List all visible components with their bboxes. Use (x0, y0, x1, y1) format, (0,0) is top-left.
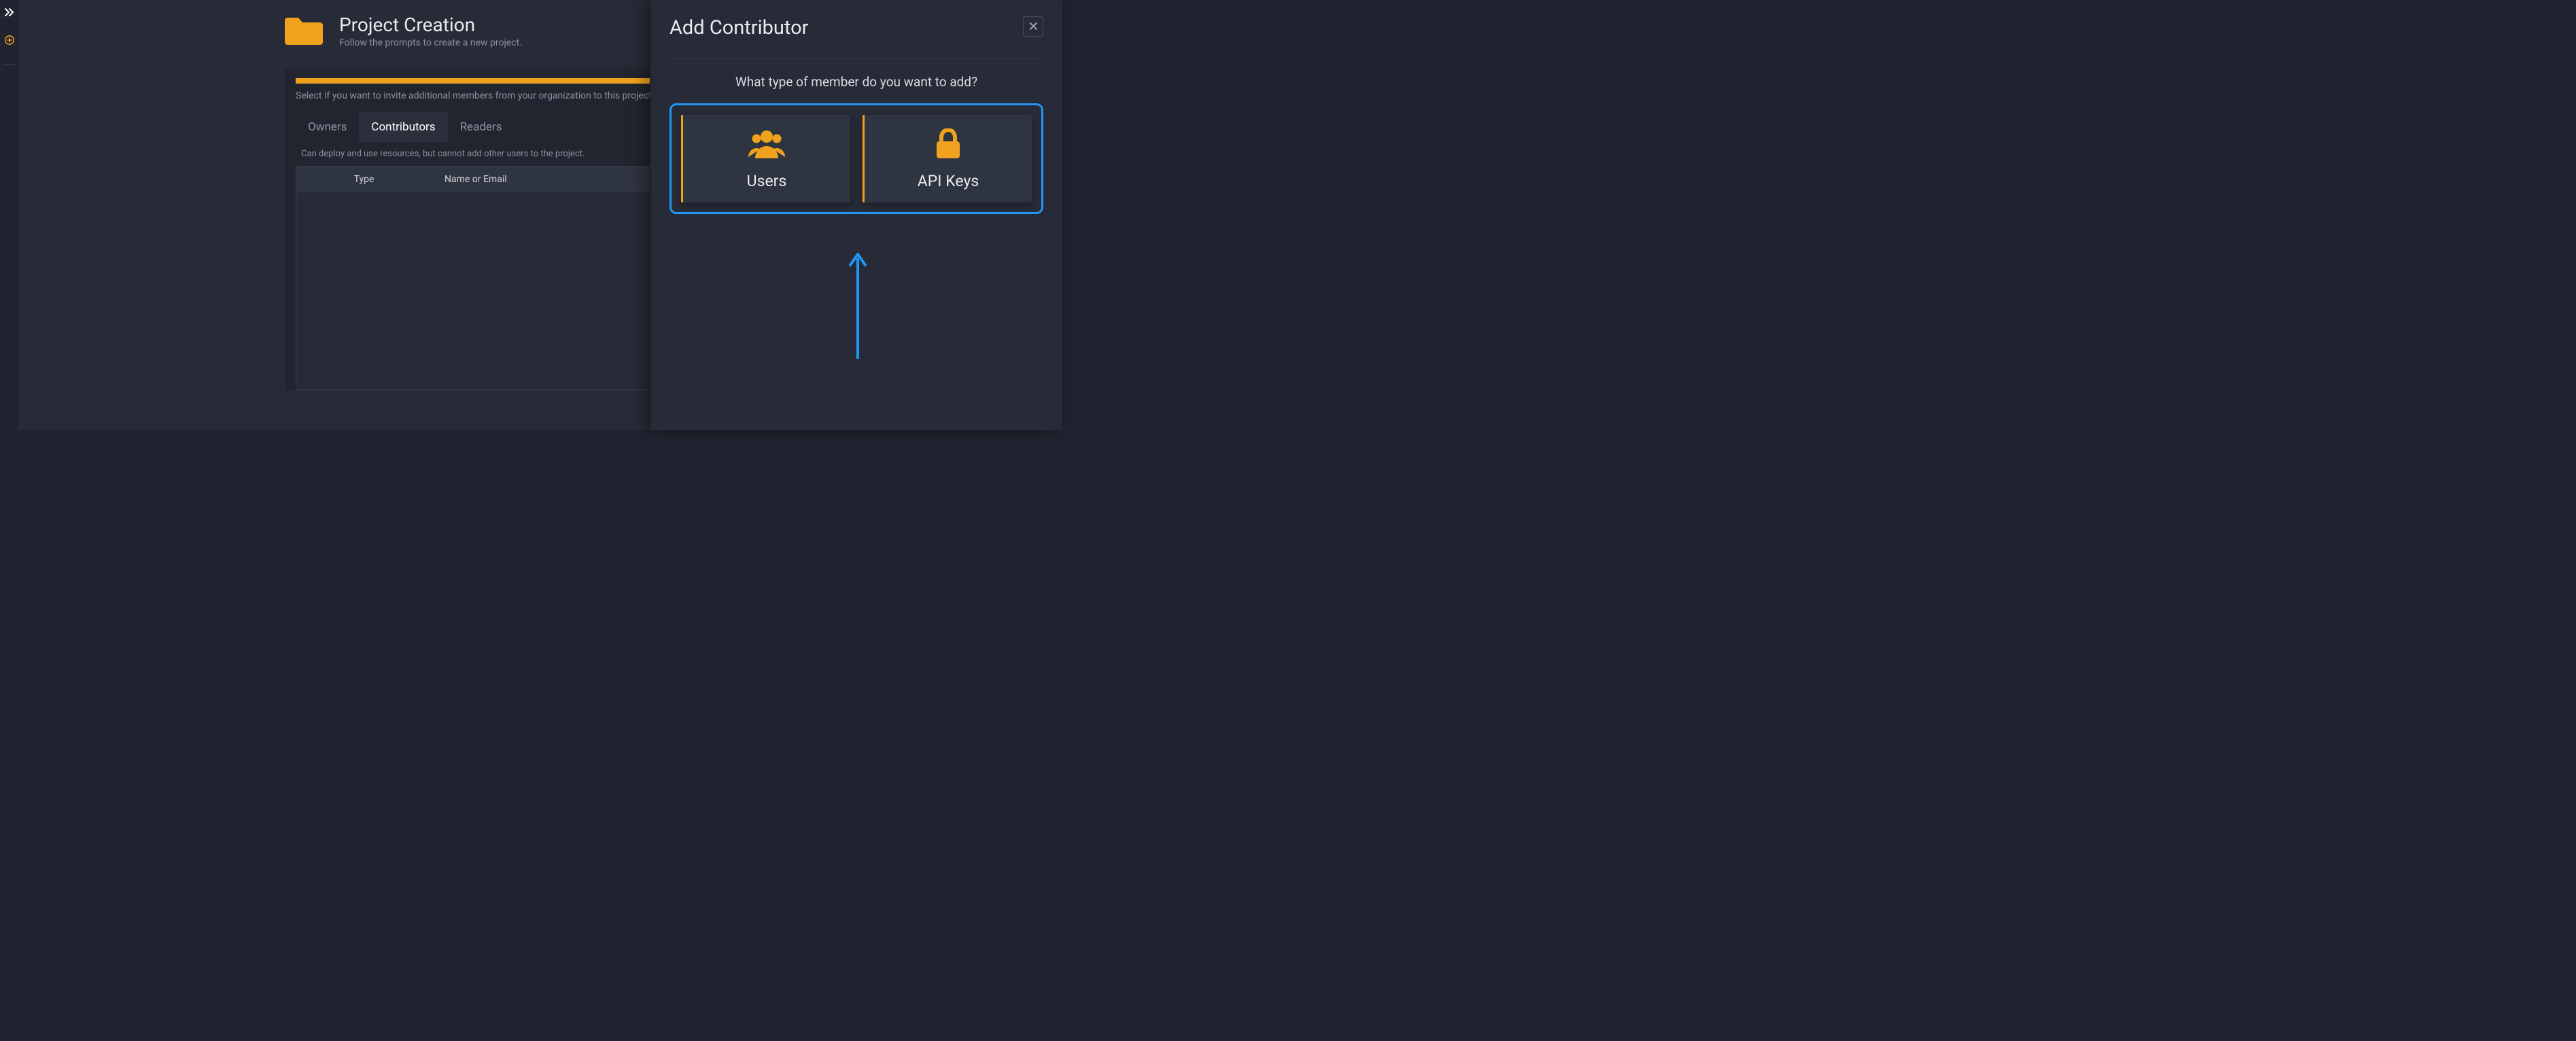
tab-readers[interactable]: Readers (448, 112, 515, 142)
option-users-label: Users (683, 172, 850, 190)
column-type: Type (296, 166, 432, 192)
left-sidebar (0, 0, 20, 430)
option-api-keys[interactable]: API Keys (863, 115, 1032, 202)
main-area: Project Creation Follow the prompts to c… (20, 0, 1062, 430)
folder-icon (285, 15, 323, 48)
lock-icon (865, 128, 1032, 162)
add-icon[interactable] (5, 35, 14, 48)
annotation-arrow (848, 245, 868, 360)
option-api-keys-label: API Keys (865, 172, 1032, 190)
close-button[interactable] (1023, 16, 1043, 37)
tab-owners[interactable]: Owners (296, 112, 359, 142)
panel-question: What type of member do you want to add? (669, 74, 1043, 90)
tab-contributors[interactable]: Contributors (359, 112, 447, 142)
add-contributor-panel: Add Contributor What type of member do y… (650, 0, 1062, 430)
member-type-options: Users API Keys (669, 103, 1043, 214)
sidebar-divider (3, 64, 16, 65)
panel-header: Add Contributor (669, 16, 1043, 59)
users-icon (683, 128, 850, 162)
expand-sidebar-icon[interactable] (5, 8, 14, 19)
page-subtitle: Follow the prompts to create a new proje… (339, 37, 522, 48)
panel-title: Add Contributor (669, 16, 808, 39)
option-users[interactable]: Users (681, 115, 850, 202)
page-title: Project Creation (339, 14, 522, 36)
close-icon (1030, 21, 1037, 33)
